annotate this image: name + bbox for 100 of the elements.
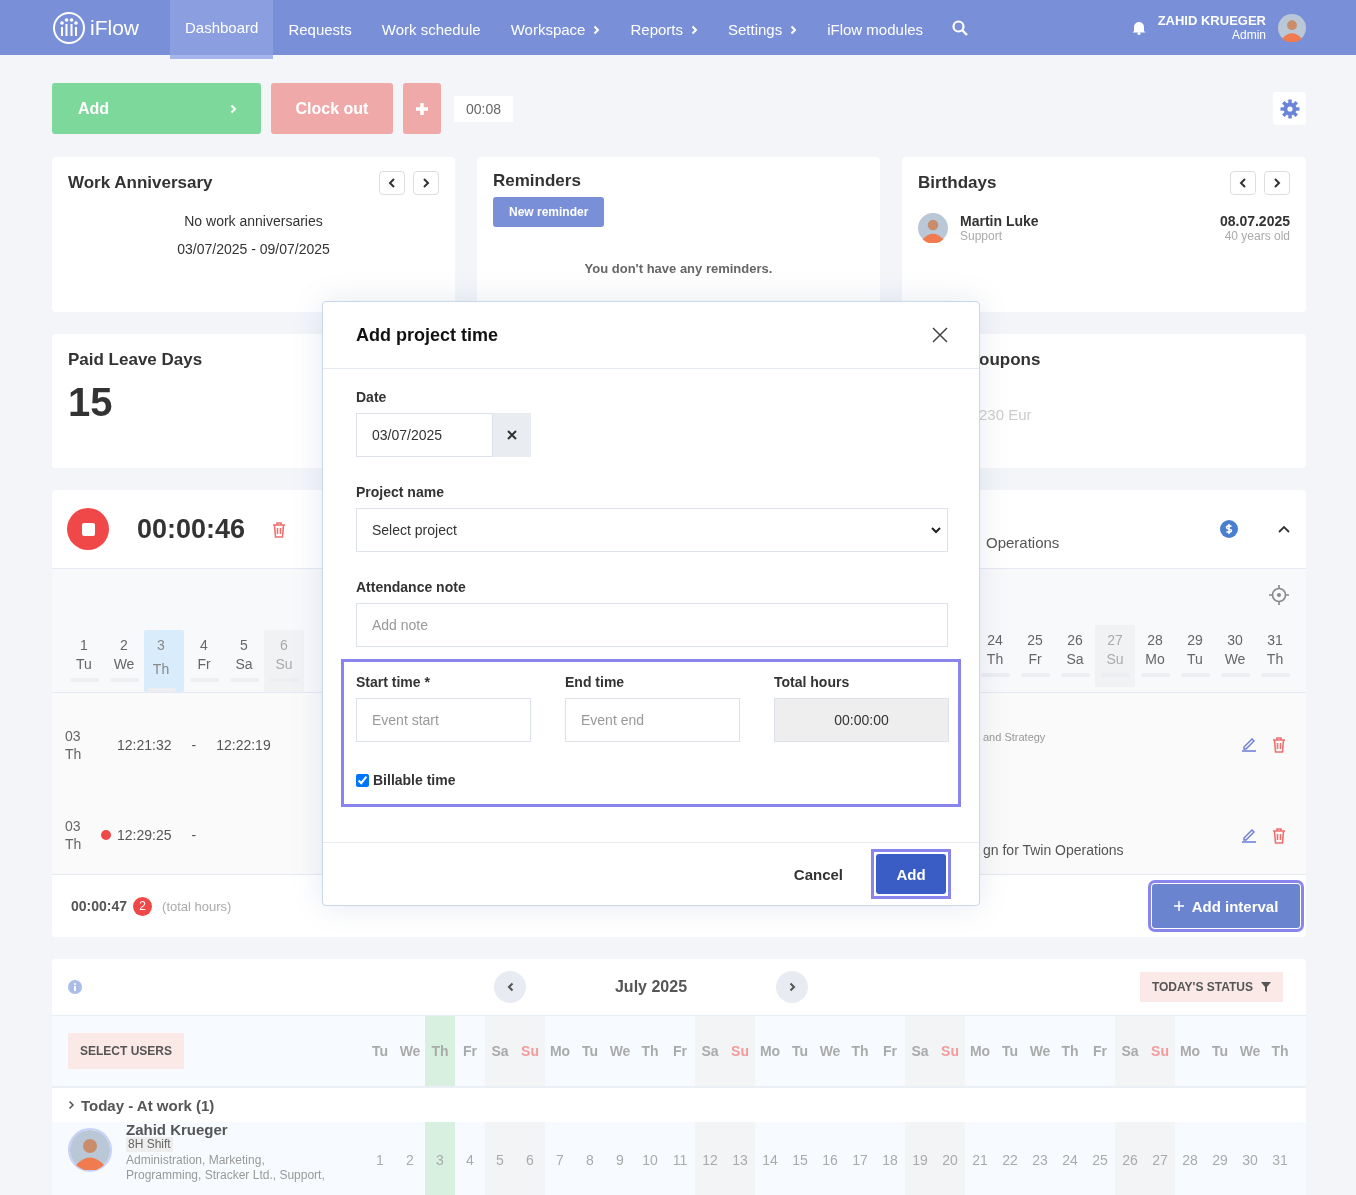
weekday-header: Th (425, 1016, 455, 1086)
card-title: Work Anniversary (68, 173, 213, 193)
nav-tab[interactable]: Workspace (495, 0, 616, 59)
date-field[interactable]: 03/07/2025 (356, 413, 493, 457)
user-name: ZAHID KRUEGER (1157, 13, 1266, 28)
stop-button[interactable] (67, 508, 109, 550)
weekday-header: Mo (548, 1042, 572, 1061)
plus-button[interactable] (403, 83, 441, 134)
start-time-field[interactable]: Event start (356, 698, 531, 742)
day-number: 21 (971, 1151, 989, 1170)
total-hours-field[interactable]: 00:00:00 (774, 698, 949, 742)
person-role: Support (960, 229, 1004, 243)
chevron-left-icon[interactable] (506, 982, 514, 992)
nav-tab[interactable]: Reports (615, 0, 713, 59)
birthday-date: 08.07.2025 (1219, 213, 1290, 229)
weekday-header: Th (1270, 1042, 1290, 1061)
day-cell[interactable]: 30 We (1215, 625, 1255, 687)
new-reminder-button[interactable]: New reminder (493, 197, 605, 227)
info-icon[interactable] (68, 980, 82, 994)
add-button[interactable]: Add (876, 854, 946, 894)
next-button[interactable] (1264, 171, 1290, 195)
day-number: 7 (555, 1151, 565, 1170)
filter-icon[interactable] (1261, 982, 1271, 992)
day-number: 18 (881, 1151, 899, 1170)
weekday-header: Tu (370, 1042, 390, 1061)
weekday-header: Fr (1092, 1042, 1108, 1061)
day-cell[interactable]: 25 Fr (1015, 625, 1055, 687)
note-field[interactable]: Add note (356, 603, 948, 647)
day-cell[interactable]: 3 Th (144, 630, 184, 692)
weekday-header: Mo (758, 1042, 782, 1061)
field-label: Total hours (774, 674, 851, 690)
plus-icon[interactable] (1173, 901, 1184, 911)
weekday-header: We (608, 1042, 632, 1061)
day-cell[interactable]: 24 Th (975, 625, 1015, 687)
bell-icon[interactable] (1131, 20, 1146, 35)
previous-button[interactable] (379, 171, 405, 195)
select-users-button[interactable]: SELECT USERS (68, 1033, 184, 1069)
chevron-right-icon[interactable] (788, 982, 796, 992)
previous-month-button[interactable] (494, 971, 526, 1003)
weekday-header: Mo (1178, 1042, 1202, 1061)
nav-tab[interactable]: Settings (713, 0, 813, 59)
chevron-right-icon[interactable] (1273, 178, 1281, 188)
empty-message: You don't have any reminders. (583, 261, 774, 276)
next-month-button[interactable] (776, 971, 808, 1003)
dollar-icon[interactable] (1220, 520, 1238, 538)
dash: - (191, 736, 197, 753)
billable-checkbox[interactable] (356, 773, 369, 787)
collapse-icon[interactable] (1278, 525, 1290, 533)
weekday-header: Th (1060, 1042, 1080, 1061)
user-avatar (70, 1130, 110, 1170)
chevron-left-icon[interactable] (1239, 178, 1247, 188)
todays-status-button[interactable]: TODAY'S STATUS (1139, 972, 1283, 1002)
target-icon[interactable] (1269, 585, 1289, 605)
plus-icon[interactable] (415, 101, 429, 116)
day-cell[interactable]: 2 We (104, 630, 144, 692)
search-icon[interactable] (952, 19, 969, 36)
project-name: Operations (986, 533, 1060, 551)
trash-icon[interactable] (1271, 736, 1287, 753)
weekday-header: Tu (790, 1042, 810, 1061)
day-cell[interactable]: 1 Tu (64, 630, 104, 692)
weekday-header: Mo (968, 1042, 992, 1061)
day-cell[interactable]: 29 Tu (1175, 625, 1215, 687)
close-icon[interactable] (507, 430, 517, 440)
dash: - (191, 827, 197, 843)
caret-icon[interactable] (931, 526, 941, 534)
nav-tab[interactable]: Requests (273, 0, 367, 59)
day-cell[interactable]: 26 Sa (1055, 625, 1095, 687)
field-label: Date (356, 389, 387, 405)
edit-icon[interactable] (1241, 736, 1257, 752)
nav-tab[interactable]: Work schedule (366, 0, 496, 59)
expand-icon[interactable] (68, 1100, 75, 1110)
settings-button[interactable] (1273, 92, 1306, 125)
departments-text: Administration, Marketing, Programming, Stracker Ltd., Support, (126, 1153, 326, 1183)
cancel-button[interactable]: Cancel (787, 864, 849, 884)
end-time-field[interactable]: Event end (565, 698, 740, 742)
day-cell[interactable]: 28 Mo (1135, 625, 1175, 687)
settings-icon[interactable] (1279, 98, 1300, 119)
weekday-header: Tu (580, 1042, 600, 1061)
field-label: Attendance note (356, 579, 466, 595)
card-title: Reminders (493, 171, 581, 191)
clear-button[interactable] (493, 413, 531, 457)
user-avatar (1278, 13, 1306, 42)
day-cell[interactable]: 31 Th (1255, 625, 1295, 687)
nav-tab[interactable]: iFlow modules (812, 0, 939, 59)
chevron-right-icon[interactable] (422, 178, 430, 188)
weekday-header: Fr (462, 1042, 478, 1061)
group-title: Today - At work (1) (81, 1096, 215, 1114)
next-button[interactable] (413, 171, 439, 195)
chevron-left-icon[interactable] (388, 178, 396, 188)
trash-icon[interactable] (1271, 826, 1287, 844)
entry-date: 03 (65, 818, 82, 834)
day-cell[interactable]: 5 Sa (224, 630, 264, 692)
entry-weekday: Th (65, 836, 83, 852)
project-select[interactable]: Select project (356, 508, 948, 552)
shift-label: 8H Shift (126, 1137, 173, 1152)
close-icon[interactable] (932, 327, 948, 343)
day-cell[interactable]: 4 Fr (184, 630, 224, 692)
trash-icon[interactable] (271, 520, 288, 538)
previous-button[interactable] (1230, 171, 1256, 195)
weekday-header: Sa (905, 1016, 935, 1086)
